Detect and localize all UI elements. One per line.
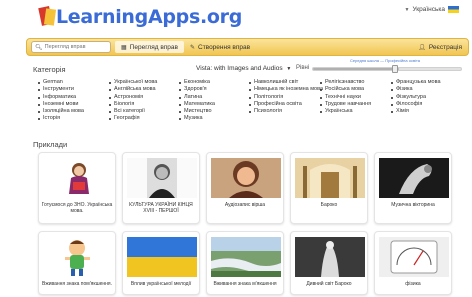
category-column-4: Навколишній світ Німецька як іноземна мо… <box>249 79 323 115</box>
create-app-label: Створення вправ <box>198 43 251 51</box>
category-item[interactable]: Німецька як іноземна мова <box>249 86 323 93</box>
category-item[interactable]: Здоров'я <box>179 86 215 93</box>
app-card-caption: Музична вікторина <box>391 202 435 208</box>
category-item[interactable]: Інформатика <box>38 94 84 101</box>
category-item[interactable]: Трудове навчання <box>320 101 371 108</box>
category-item[interactable]: Біологія <box>109 101 157 108</box>
app-card-caption: Бароко <box>320 202 338 208</box>
category-item[interactable]: Фізкультура <box>391 94 441 101</box>
language-selector[interactable]: ▼ Українська <box>404 6 459 13</box>
category-item[interactable]: Російська мова <box>320 86 371 93</box>
category-item[interactable]: Хімія <box>391 108 441 115</box>
app-card[interactable]: Готуємося до ЗНО. Українська мова. <box>38 152 116 224</box>
pencil-icon: ✎ <box>189 44 196 51</box>
category-item[interactable]: Латина <box>179 94 215 101</box>
app-card-caption: Дивний світ Бароко <box>306 281 352 287</box>
app-card-caption: Вживання знака пом'якшення. <box>42 281 112 287</box>
baroque-sculpture-image <box>295 237 365 277</box>
register-label: Реєстрація <box>428 43 462 51</box>
category-item[interactable]: Економіка <box>179 79 215 86</box>
level-slider-handle[interactable] <box>392 65 398 73</box>
language-label: Українська <box>412 6 445 13</box>
level-label: Рівні <box>296 65 310 71</box>
river-landscape-image <box>211 237 281 277</box>
category-item[interactable]: Всі категорії <box>109 108 157 115</box>
search-icon: 🔍︎ <box>35 44 43 51</box>
category-item[interactable]: Англійська мова <box>109 86 157 93</box>
app-card[interactable]: фізика <box>374 231 452 295</box>
register-button[interactable]: 👤︎ Реєстрація <box>412 41 468 53</box>
cartoon-boy-image <box>43 237 113 277</box>
view-select-label: Vista: with Images and Audios <box>196 65 283 72</box>
category-item[interactable]: Математика <box>179 101 215 108</box>
girl-with-book-image <box>43 158 113 198</box>
grid-icon: ▦ <box>121 44 127 51</box>
level-links[interactable]: Середня школа — Професійна освіта <box>350 58 420 63</box>
app-card-caption: Вплив української мелодії <box>130 281 192 287</box>
historical-portrait-image <box>127 158 197 198</box>
level-slider-fill <box>313 68 399 70</box>
app-card[interactable]: Музична вікторина <box>374 152 452 224</box>
browse-apps-label: Перегляд вправ <box>129 43 178 51</box>
app-card[interactable]: Вживання знака м'якшення <box>206 231 284 295</box>
wheat-field-image <box>127 237 197 277</box>
category-column-6: Французька мова Фізика Фізкультура Філос… <box>391 79 441 115</box>
meter-gauge-image <box>379 237 449 277</box>
header: LearningApps.org ▼ Українська <box>0 0 472 40</box>
flag-icon <box>448 6 459 13</box>
category-item[interactable]: Інструменти <box>38 86 84 93</box>
app-card-caption: фізика <box>405 281 421 287</box>
search-input[interactable] <box>44 44 113 50</box>
category-item[interactable]: Психологія <box>249 108 323 115</box>
category-item[interactable]: Мистецтво <box>179 108 215 115</box>
category-item[interactable]: German <box>38 79 84 86</box>
logo-icon[interactable] <box>38 3 58 29</box>
category-item[interactable]: Фізика <box>391 86 441 93</box>
app-card[interactable]: Вживання знака пом'якшення. <box>38 231 116 295</box>
category-item[interactable]: Історія <box>38 115 84 122</box>
category-item[interactable]: Навколишній світ <box>249 79 323 86</box>
app-card[interactable]: КУЛЬТУРА УКРАЇНИ КІНЦЯ XVIII - ПЕРШОЇ <box>122 152 200 224</box>
app-card[interactable]: Дивний світ Бароко <box>290 231 368 295</box>
category-item[interactable]: Філософія <box>391 101 441 108</box>
category-item[interactable]: Географія <box>109 115 157 122</box>
logo-text[interactable]: LearningApps.org <box>56 6 242 28</box>
examples-title: Приклади <box>33 140 68 149</box>
create-app-button[interactable]: ✎ Створення вправ <box>184 41 256 53</box>
category-item[interactable]: Політологія <box>249 94 323 101</box>
app-card-caption: КУЛЬТУРА УКРАЇНИ КІНЦЯ XVIII - ПЕРШОЇ <box>129 202 193 214</box>
category-item[interactable]: Професійна освіта <box>249 101 323 108</box>
user-icon: 👤︎ <box>418 44 426 51</box>
violin-scroll-image <box>379 158 449 198</box>
category-item[interactable]: Українська <box>320 108 371 115</box>
chevron-down-icon: ▼ <box>404 6 410 13</box>
categories-title: Категорія <box>33 65 66 74</box>
app-card[interactable]: Бароко <box>290 152 368 224</box>
app-card-caption: Аудіозапис вірша <box>224 202 266 208</box>
level-slider[interactable] <box>312 67 462 71</box>
category-item[interactable]: Технічні науки <box>320 94 371 101</box>
app-card[interactable]: Вплив української мелодії <box>122 231 200 295</box>
category-item[interactable]: Французька мова <box>391 79 441 86</box>
app-card-caption: Вживання знака м'якшення <box>213 281 277 287</box>
woman-portrait-image <box>211 158 281 198</box>
app-card[interactable]: Аудіозапис вірша <box>206 152 284 224</box>
category-column-1: German Інструменти Інформатика Іноземні … <box>38 79 84 123</box>
app-card-caption: Готуємося до ЗНО. Українська мова. <box>41 202 113 214</box>
chevron-down-icon: ▼ <box>286 66 292 72</box>
category-column-3: Економіка Здоров'я Латина Математика Мис… <box>179 79 215 123</box>
category-item[interactable]: Ізоляційна мова <box>38 108 84 115</box>
category-column-5: Релігієзнавство Російська мова Технічні … <box>320 79 371 115</box>
search-box[interactable]: 🔍︎ <box>31 41 113 53</box>
category-item[interactable]: Музика <box>179 115 215 122</box>
browse-apps-button[interactable]: ▦ Перегляд вправ <box>115 41 184 53</box>
category-column-2: Української мова Англійська мова Астроно… <box>109 79 157 123</box>
main-toolbar: 🔍︎ ▦ Перегляд вправ ✎ Створення вправ 👤︎… <box>26 38 469 56</box>
view-select[interactable]: Vista: with Images and Audios ▼ <box>196 65 291 72</box>
baroque-interior-image <box>295 158 365 198</box>
category-item[interactable]: Астрономія <box>109 94 157 101</box>
